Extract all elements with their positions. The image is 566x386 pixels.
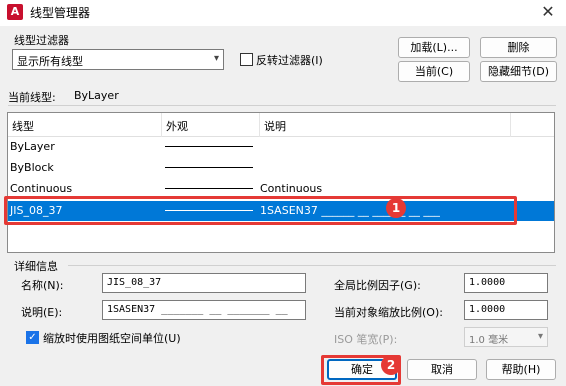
iso-pen-width-value: 1.0 毫米 — [469, 335, 509, 346]
iso-pen-width-select: 1.0 毫米 ▾ — [464, 327, 548, 347]
linetype-preview — [165, 146, 253, 147]
load-button[interactable]: 加载(L)... — [398, 37, 470, 58]
current-scale-field[interactable]: 1.0000 — [464, 300, 548, 320]
delete-button[interactable]: 删除 — [480, 37, 557, 58]
iso-pen-width-label: ISO 笔宽(P): — [334, 333, 398, 346]
help-button[interactable]: 帮助(H) — [486, 359, 556, 380]
window-title: 线型管理器 — [30, 6, 91, 20]
close-icon[interactable]: ✕ — [536, 1, 560, 23]
filter-combobox[interactable]: 显示所有线型 ▾ — [12, 49, 224, 70]
invert-filter-label: 反转过滤器(I) — [256, 54, 323, 67]
autocad-app-icon: A — [7, 4, 23, 20]
linetype-name: ByLayer — [10, 140, 55, 153]
list-item[interactable]: ByLayer — [8, 137, 554, 157]
divider — [8, 105, 556, 106]
column-header-appearance[interactable]: 外观 — [166, 118, 188, 134]
description-field[interactable]: 1SASEN37 _______ __ _______ __ — [102, 300, 306, 320]
step-badge-1: 1 — [386, 198, 406, 218]
global-scale-field[interactable]: 1.0000 — [464, 273, 548, 293]
linetype-preview — [165, 167, 253, 168]
linetype-list[interactable]: 线型 外观 说明 ByLayer ByBlock Continuous Cont… — [7, 112, 555, 253]
filter-combobox-value: 显示所有线型 — [17, 55, 83, 68]
divider — [68, 265, 556, 266]
highlight-box — [4, 196, 517, 225]
linetype-name: Continuous — [10, 182, 73, 195]
details-group-label: 详细信息 — [14, 260, 58, 273]
name-label: 名称(N): — [21, 279, 64, 292]
current-linetype-label: 当前线型: — [8, 91, 56, 104]
chevron-down-icon: ▾ — [213, 53, 219, 64]
current-linetype-value: ByLayer — [74, 89, 119, 102]
column-separator — [510, 113, 511, 137]
chevron-down-icon: ▾ — [537, 331, 543, 342]
list-item[interactable]: ByBlock — [8, 158, 554, 178]
invert-filter-checkbox[interactable] — [240, 53, 253, 66]
column-separator — [161, 113, 162, 137]
linetype-name: ByBlock — [10, 161, 54, 174]
list-header: 线型 外观 说明 — [8, 113, 554, 137]
description-label: 说明(E): — [21, 306, 63, 319]
paper-space-units-checkbox[interactable]: ✓ — [26, 331, 39, 344]
cancel-button[interactable]: 取消 — [407, 359, 477, 380]
column-header-description[interactable]: 说明 — [264, 118, 286, 134]
paper-space-units-label: 缩放时使用图纸空间单位(U) — [43, 332, 181, 345]
current-scale-label: 当前对象缩放比例(O): — [334, 306, 443, 319]
linetype-description: Continuous — [260, 182, 323, 195]
step-badge-2: 2 — [381, 355, 401, 375]
hide-details-button[interactable]: 隐藏细节(D) — [480, 61, 557, 82]
column-header-linetype[interactable]: 线型 — [12, 118, 34, 134]
linetype-preview — [165, 188, 253, 189]
global-scale-label: 全局比例因子(G): — [334, 279, 421, 292]
name-field[interactable]: JIS_08_37 — [102, 273, 306, 293]
filter-group-label: 线型过滤器 — [14, 34, 69, 47]
column-separator — [259, 113, 260, 137]
title-bar: A 线型管理器 ✕ — [0, 0, 566, 26]
set-current-button[interactable]: 当前(C) — [398, 61, 470, 82]
